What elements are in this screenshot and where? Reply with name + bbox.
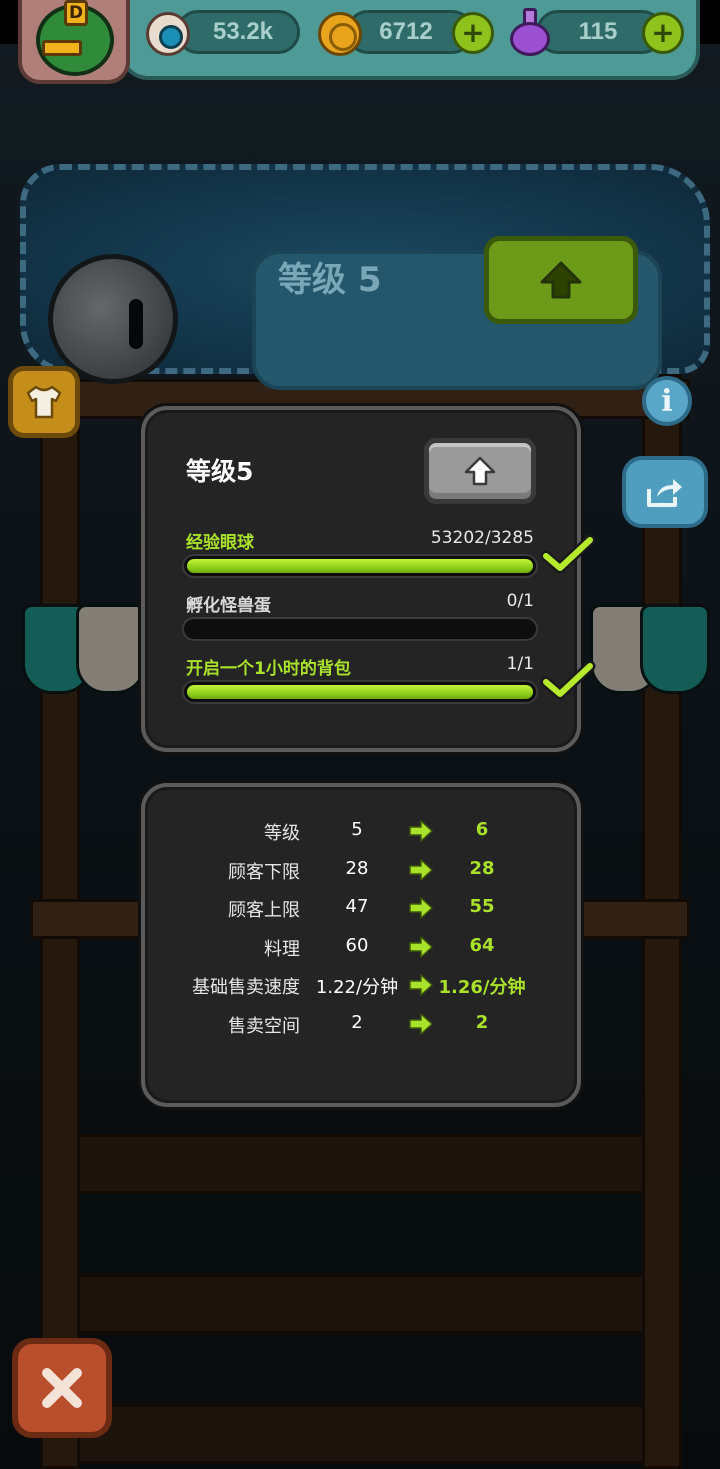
shop-shelf [80,1404,642,1464]
requirement-progress-bar [182,554,538,578]
shirt-icon [26,385,62,419]
stat-label: 顾客上限 [228,900,300,921]
eyeball-monster-icon [48,254,178,384]
share-icon [647,479,682,507]
requirement-value: 1/1 [506,654,534,674]
add-potions-button[interactable]: + [642,12,684,54]
requirement-label: 孵化怪兽蛋 [186,596,271,616]
stat-label: 料理 [264,939,300,960]
add-coins-button[interactable]: + [452,12,494,54]
stat-next-value: 55 [469,896,495,917]
rank-badge: D [64,0,88,26]
requirement-progress-bar [182,680,538,704]
info-button[interactable]: i [642,376,692,426]
shop-shelf [80,1274,642,1334]
banner-level-label: 等级 5 [278,260,382,300]
stat-next-value: 28 [469,858,495,879]
stat-current-value: 2 [351,1012,363,1033]
close-icon [42,1368,82,1408]
eyeball-counter: 53.2k [176,10,300,54]
stat-next-value: 2 [475,1012,489,1033]
stat-label: 售卖空间 [228,1016,300,1037]
eyeball-count: 53.2k [212,18,274,45]
requirement-value: 53202/3285 [430,528,534,548]
requirement-progress-bar [182,617,538,641]
stat-current-value: 28 [345,858,369,879]
player-avatar[interactable]: D [18,0,130,84]
info-icon: i [661,383,673,419]
share-button[interactable] [622,456,708,528]
requirement-label: 开启一个1小时的背包 [186,659,351,679]
stat-label: 等级 [264,823,300,844]
banner-upgrade-button[interactable] [484,236,638,324]
close-button[interactable] [12,1338,112,1438]
stat-next-value: 64 [469,935,495,956]
stat-next-value: 6 [475,819,489,840]
coin-currency-icon [318,12,362,56]
stat-next-value: 1.26/分钟 [438,977,526,998]
curtain-drape [640,604,710,694]
requirement-value: 0/1 [506,591,534,611]
progress-fill [187,685,533,699]
checkmark-icon [540,660,596,700]
progress-fill [187,559,533,573]
stat-label: 顾客下限 [228,862,300,883]
shop-shelf [80,1134,642,1194]
eyeball-currency-icon [146,12,190,56]
coin-count: 6712 [379,18,433,45]
stat-label: 基础售卖速度 [192,977,300,998]
stat-current-value: 1.22/分钟 [315,977,399,998]
potion-currency-icon [510,8,550,56]
monster-teeth-icon [42,40,82,56]
curtain-drape [76,604,146,694]
stat-current-value: 60 [345,935,369,956]
up-arrow-icon [540,261,582,299]
stat-current-value: 47 [345,896,369,917]
dialog-title: 等级5 [186,457,254,486]
checkmark-icon [540,534,596,574]
stat-current-value: 5 [351,819,363,840]
outfit-button[interactable] [8,366,80,438]
up-arrow-icon [464,456,496,486]
confirm-upgrade-button[interactable] [424,438,536,504]
requirement-label: 经验眼球 [186,533,254,553]
potion-count: 115 [578,18,618,45]
